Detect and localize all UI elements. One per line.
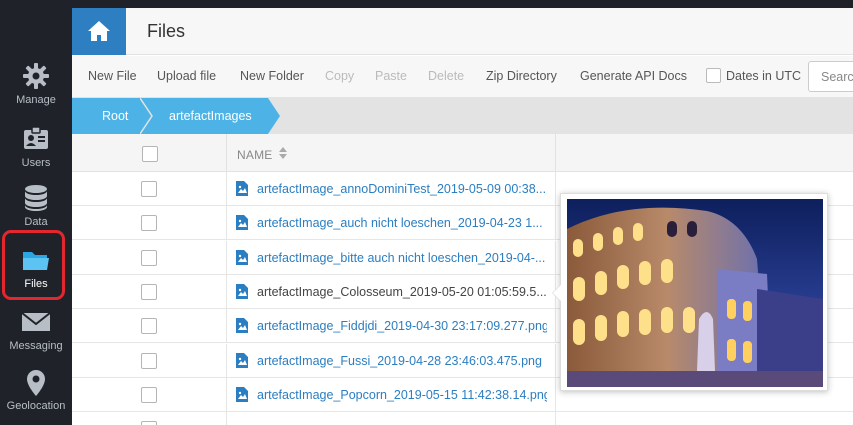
- row-checkbox[interactable]: [141, 421, 157, 425]
- table-header: NAME: [72, 134, 853, 172]
- row-checkbox[interactable]: [141, 352, 157, 369]
- image-file-icon: [236, 352, 248, 368]
- column-divider: [226, 274, 227, 309]
- top-strip: [72, 0, 853, 8]
- sidebar-item-users[interactable]: Users: [0, 125, 72, 185]
- image-file-icon: [236, 215, 248, 231]
- image-file-icon: [236, 249, 248, 265]
- colosseum-image: [567, 199, 823, 387]
- sidebar-item-label: Users: [21, 157, 51, 169]
- column-divider: [226, 377, 227, 412]
- map-pin-icon: [0, 368, 72, 400]
- home-button[interactable]: [72, 8, 126, 55]
- popover-pointer-fill: [553, 284, 562, 302]
- database-icon: [0, 184, 72, 216]
- name-column-header[interactable]: NAME: [237, 148, 272, 162]
- column-divider: [555, 172, 556, 206]
- toolbar: New File Upload file New Folder Copy Pas…: [72, 56, 853, 98]
- breadcrumb: Root artefactImages: [72, 98, 853, 134]
- envelope-icon: [0, 308, 72, 340]
- column-divider: [555, 377, 556, 412]
- column-divider: [555, 134, 556, 172]
- gear-icon: [0, 62, 72, 94]
- row-checkbox[interactable]: [141, 181, 157, 197]
- sidebar-item-label: Geolocation: [6, 400, 66, 412]
- new-file-button[interactable]: New File: [88, 69, 137, 83]
- sidebar: Manage Users Data Files Messaging Geoloc…: [0, 0, 72, 425]
- home-icon: [88, 21, 110, 41]
- sidebar-item-label: Messaging: [9, 340, 63, 352]
- copy-button[interactable]: Copy: [325, 69, 354, 83]
- search-input[interactable]: Search: [808, 61, 853, 92]
- file-name-link[interactable]: artefactImage_Colosseum_2019-05-20 01:05…: [257, 285, 547, 299]
- row-checkbox[interactable]: [141, 283, 157, 300]
- breadcrumb-artefactimages[interactable]: artefactImages: [140, 98, 282, 134]
- paste-button[interactable]: Paste: [375, 69, 407, 83]
- image-file-icon: [236, 318, 248, 334]
- table-row[interactable]: [72, 412, 853, 425]
- file-name-link[interactable]: artefactImage_Popcorn_2019-05-15 11:42:3…: [257, 388, 547, 402]
- new-folder-button[interactable]: New Folder: [240, 69, 304, 83]
- file-name-link[interactable]: artefactImage_Fussi_2019-04-28 23:46:03.…: [257, 354, 542, 368]
- column-divider: [226, 343, 227, 378]
- column-divider: [226, 240, 227, 275]
- breadcrumb-root-label: Root: [102, 109, 129, 123]
- file-name-link[interactable]: artefactImage_Fiddjdi_2019-04-30 23:17:0…: [257, 319, 547, 333]
- column-divider: [555, 309, 556, 344]
- zip-directory-button[interactable]: Zip Directory: [486, 69, 557, 83]
- column-divider: [226, 206, 227, 241]
- column-divider: [226, 172, 227, 206]
- row-checkbox[interactable]: [141, 386, 157, 403]
- image-file-icon: [236, 181, 248, 196]
- active-item-highlight: [2, 230, 65, 300]
- column-divider: [226, 309, 227, 344]
- file-name-link[interactable]: artefactImage_annoDominiTest_2019-05-09 …: [257, 182, 546, 196]
- column-divider: [555, 412, 556, 425]
- sidebar-item-messaging[interactable]: Messaging: [0, 308, 72, 368]
- select-all-checkbox[interactable]: [142, 146, 158, 162]
- users-icon: [0, 125, 72, 157]
- page-header: Files: [72, 8, 853, 55]
- row-checkbox[interactable]: [141, 249, 157, 266]
- column-divider: [226, 412, 227, 425]
- sidebar-item-manage[interactable]: Manage: [0, 62, 72, 122]
- column-divider: [555, 343, 556, 378]
- app-root: Manage Users Data Files Messaging Geoloc…: [0, 0, 853, 425]
- breadcrumb-artefactimages-label: artefactImages: [169, 109, 252, 123]
- sidebar-item-label: Data: [24, 216, 48, 228]
- sidebar-item-geolocation[interactable]: Geolocation: [0, 368, 72, 425]
- image-file-icon: [236, 283, 248, 299]
- row-checkbox[interactable]: [141, 215, 157, 232]
- image-file-icon: [236, 386, 248, 402]
- file-name-link[interactable]: artefactImage_bitte auch nicht loeschen_…: [257, 251, 545, 265]
- dates-in-utc-checkbox[interactable]: [706, 68, 721, 83]
- delete-button[interactable]: Delete: [428, 69, 464, 83]
- sidebar-item-label: Manage: [16, 94, 56, 106]
- file-name-link[interactable]: artefactImage_auch nicht loeschen_2019-0…: [257, 216, 543, 230]
- generate-api-docs-button[interactable]: Generate API Docs: [580, 69, 687, 83]
- page-title: Files: [147, 21, 186, 41]
- dates-in-utc-label: Dates in UTC: [726, 69, 802, 83]
- column-divider: [226, 134, 227, 172]
- column-divider: [555, 240, 556, 275]
- sort-icon[interactable]: [279, 147, 287, 159]
- image-preview-popover: [552, 193, 828, 391]
- row-checkbox[interactable]: [141, 318, 157, 335]
- column-divider: [555, 206, 556, 241]
- upload-file-button[interactable]: Upload file: [157, 69, 216, 83]
